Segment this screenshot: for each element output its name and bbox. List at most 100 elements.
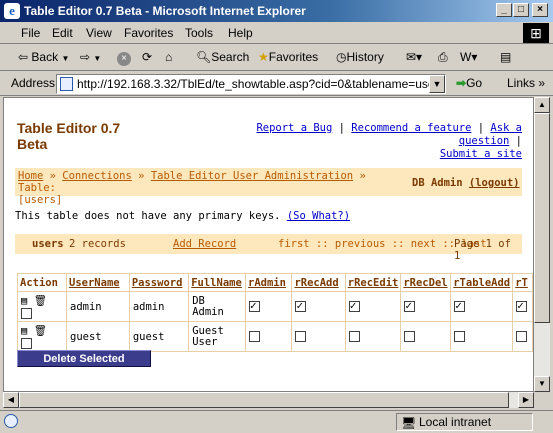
ie-logo-icon: e — [4, 3, 20, 19]
col-rrecadd[interactable]: rRecAdd — [291, 273, 346, 292]
status-bar: 🖥︎ Local intranet — [0, 410, 553, 433]
delete-icon[interactable]: 🗑︎ — [34, 294, 47, 307]
row-actions: ▤ 🗑︎ — [16, 291, 68, 322]
cell-fullname: Guest User — [188, 321, 247, 352]
address-dropdown-button[interactable]: ▼ — [429, 75, 445, 93]
delete-icon[interactable]: 🗑︎ — [34, 324, 47, 337]
toolbar: ⇦ Back ▼ ⇨ ▼ × ⟳ ⌂ 🔍︎Search ★Favorites ◷… — [0, 45, 553, 71]
scroll-up-icon[interactable]: ▲ — [534, 97, 550, 113]
menu-edit[interactable]: Edit — [52, 26, 73, 40]
print-icon[interactable]: ⎙ — [438, 50, 448, 65]
mail-icon[interactable]: ✉▾ — [406, 50, 422, 64]
delete-selected-button[interactable]: Delete Selected — [17, 350, 151, 367]
rrecdel-checkbox[interactable] — [404, 299, 416, 312]
edit-icon[interactable]: ▤ — [21, 295, 27, 307]
menu-tools[interactable]: Tools — [185, 26, 213, 40]
add-record-link[interactable]: Add Record — [173, 238, 236, 250]
select-checkbox[interactable] — [21, 337, 32, 349]
col-fullname[interactable]: FullName — [188, 273, 247, 292]
address-input[interactable]: http://192.168.3.32/TblEd/te_showtable.a… — [56, 74, 446, 94]
refresh-icon[interactable]: ⟳ — [142, 50, 152, 64]
record-count: 2 records — [69, 238, 126, 250]
breadcrumb-table-name: [users] — [18, 194, 63, 206]
radmin-checkbox[interactable] — [249, 299, 261, 312]
back-button[interactable]: ⇦ Back ▼ — [18, 50, 69, 64]
go-arrow-icon: ➡ — [456, 76, 467, 90]
cell-username: admin — [66, 291, 130, 322]
edit-icon[interactable]: W▾ — [460, 50, 477, 64]
scroll-right-icon[interactable]: ▶ — [518, 392, 534, 408]
rrecadd-checkbox[interactable] — [295, 299, 307, 312]
window-title: Table Editor 0.7 Beta - Microsoft Intern… — [24, 4, 306, 18]
col-rrecdel[interactable]: rRecDel — [400, 273, 452, 292]
search-button[interactable]: 🔍︎Search — [196, 50, 249, 64]
so-what-link[interactable]: (So What?) — [287, 210, 350, 222]
breadcrumb-admin[interactable]: Table Editor User Administration — [151, 170, 353, 182]
rtableadd-checkbox[interactable] — [454, 331, 466, 342]
menu-help[interactable]: Help — [228, 26, 253, 40]
rrecedit-checkbox[interactable] — [348, 331, 360, 342]
radmin-checkbox[interactable] — [249, 331, 261, 342]
vertical-scroll-thumb[interactable] — [534, 113, 550, 323]
go-button[interactable]: ➡Go — [456, 76, 482, 90]
discuss-icon[interactable]: ▤ — [500, 50, 511, 64]
menu-bar: File Edit View Favorites Tools Help ⊞ — [0, 22, 553, 44]
breadcrumb-table-label: Table: — [18, 182, 56, 194]
favorites-icon: ★ — [258, 50, 269, 64]
submit-site-link[interactable]: Submit a site — [440, 148, 522, 160]
row-actions: ▤ 🗑︎ — [16, 321, 68, 352]
recommend-feature-link[interactable]: Recommend a feature — [351, 122, 471, 134]
forward-button[interactable]: ⇨ ▼ — [80, 50, 101, 64]
links-button[interactable]: Links » — [507, 76, 545, 90]
rt-checkbox[interactable] — [516, 331, 528, 342]
logout-link[interactable]: (logout) — [469, 177, 520, 189]
search-icon: 🔍︎ — [196, 50, 212, 64]
history-button[interactable]: ◷History — [336, 50, 384, 64]
breadcrumb-connections[interactable]: Connections — [62, 170, 132, 182]
horizontal-scroll-thumb[interactable] — [19, 392, 509, 408]
rt-checkbox[interactable] — [516, 299, 528, 312]
rrecadd-checkbox[interactable] — [295, 331, 307, 342]
menu-view[interactable]: View — [86, 26, 112, 40]
menu-favorites[interactable]: Favorites — [124, 26, 173, 40]
records-table: Action UserName Password FullName rAdmin… — [16, 273, 533, 352]
page-status-icon — [4, 414, 18, 428]
select-checkbox[interactable] — [21, 307, 32, 319]
col-username[interactable]: UserName — [66, 273, 130, 292]
cell-password: guest — [128, 321, 190, 352]
breadcrumb: Home » Connections » Table Editor User A… — [15, 168, 522, 206]
maximize-button[interactable]: □ — [513, 3, 529, 17]
page-title: Table Editor 0.7 Beta — [17, 120, 121, 152]
dropdown-arrow-icon: ▼ — [93, 54, 102, 63]
favorites-button[interactable]: ★Favorites — [258, 50, 318, 64]
report-bug-link[interactable]: Report a Bug — [256, 122, 332, 134]
col-radmin[interactable]: rAdmin — [245, 273, 293, 292]
rtableadd-checkbox[interactable] — [454, 299, 466, 312]
menu-file[interactable]: File — [21, 26, 40, 40]
col-rtableadd[interactable]: rTableAdd — [450, 273, 514, 292]
rrecdel-checkbox[interactable] — [404, 331, 416, 342]
minimize-button[interactable]: _ — [496, 3, 512, 17]
col-action: Action — [16, 273, 68, 292]
col-rrecedit[interactable]: rRecEdit — [344, 273, 402, 292]
page-icon — [60, 77, 73, 91]
col-rt[interactable]: rT — [512, 273, 533, 292]
horizontal-scrollbar[interactable]: ◀ ▶ — [3, 392, 534, 408]
edit-icon[interactable]: ▤ — [21, 325, 27, 337]
stop-icon[interactable]: × — [117, 52, 131, 66]
breadcrumb-home[interactable]: Home — [18, 170, 43, 182]
chevron-right-icon: » — [538, 76, 546, 90]
history-icon: ◷ — [336, 50, 347, 64]
vertical-scrollbar[interactable]: ▲ ▼ — [534, 97, 550, 392]
back-arrow-icon: ⇦ — [18, 50, 29, 64]
intranet-icon: 🖥︎ — [401, 416, 417, 430]
col-password[interactable]: Password — [128, 273, 190, 292]
address-label: Address — [11, 76, 56, 90]
scroll-left-icon[interactable]: ◀ — [3, 392, 19, 408]
user-info: DB Admin (logout) — [412, 177, 520, 189]
forward-arrow-icon: ⇨ — [80, 50, 91, 64]
scroll-down-icon[interactable]: ▼ — [534, 376, 550, 392]
rrecedit-checkbox[interactable] — [348, 299, 360, 312]
close-button[interactable]: × — [532, 3, 548, 17]
home-icon[interactable]: ⌂ — [165, 50, 172, 64]
